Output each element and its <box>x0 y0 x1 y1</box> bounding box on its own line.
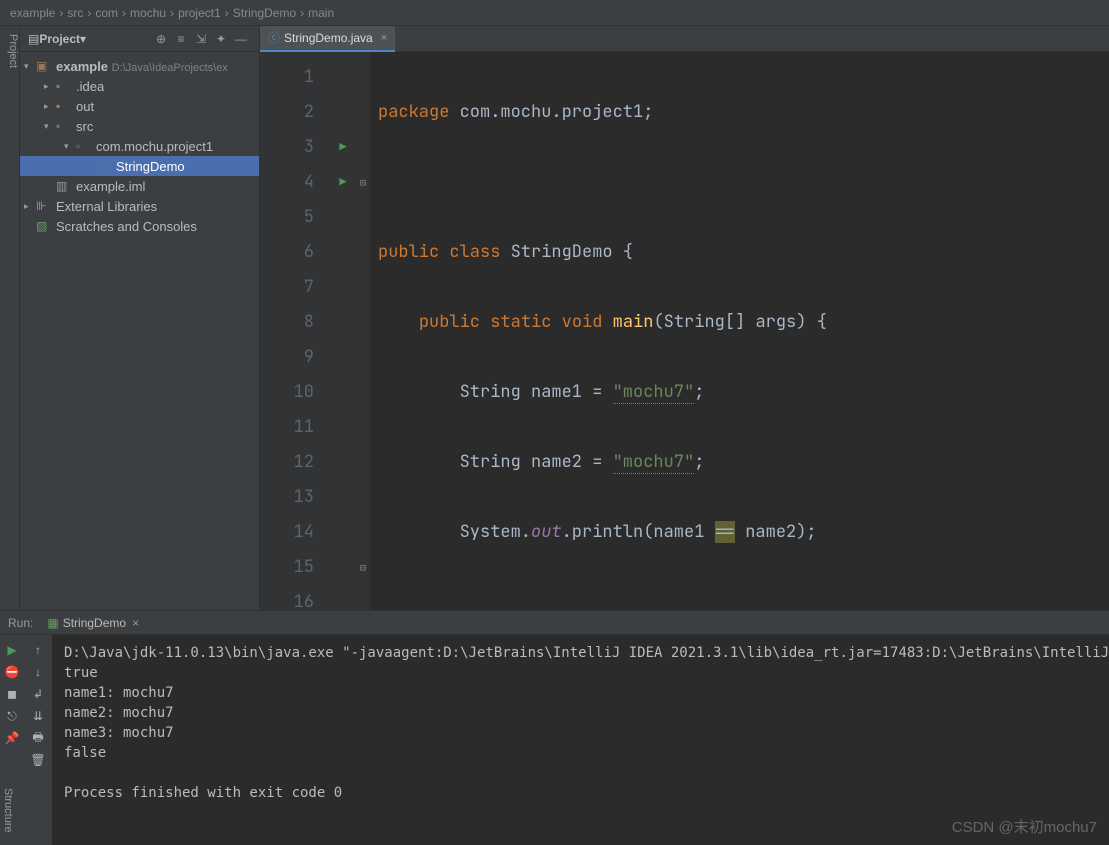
tree-file-stringdemo[interactable]: ⓒStringDemo <box>20 156 259 176</box>
project-tool-tab[interactable]: Project <box>0 26 20 610</box>
breadcrumb[interactable]: example› src› com› mochu› project1› Stri… <box>0 0 1109 26</box>
expand-icon[interactable]: ≡ <box>173 31 189 47</box>
tree-out[interactable]: ▸▪out <box>20 96 259 116</box>
stop-button[interactable]: ⛔ <box>2 661 22 683</box>
fold-icon[interactable]: ⊟ <box>356 165 370 200</box>
java-class-icon: ⓒ <box>268 29 280 46</box>
editor-tab-stringdemo[interactable]: ⓒ StringDemo.java × <box>260 26 395 52</box>
line-number-gutter: 1 2 3 4 5 6 7 8 9 10 11 12 13 14 15 16 <box>260 52 330 610</box>
run-gutter: ▶ ▶ <box>330 52 356 610</box>
fold-end-icon[interactable]: ⊟ <box>356 550 370 585</box>
project-scope-dropdown[interactable]: ▾ <box>80 32 86 46</box>
run-class-icon[interactable]: ▶ <box>330 130 356 165</box>
settings-icon[interactable]: ✦ <box>213 31 229 47</box>
watermark: CSDN @末初mochu7 <box>952 816 1097 837</box>
run-panel: Run: ▦ StringDemo × ▶ ⛔ ◼ ⎋ 📌 ↑ ↓ ↲ ⇊ 🖶 … <box>0 610 1109 845</box>
close-run-tab-icon[interactable]: × <box>132 616 139 630</box>
tree-iml[interactable]: ▥example.iml <box>20 176 259 196</box>
run-main-icon[interactable]: ▶ <box>330 165 356 200</box>
run-config-icon: ▦ <box>47 616 58 630</box>
close-tab-icon[interactable]: × <box>381 32 387 44</box>
tree-libraries[interactable]: ▸⊪External Libraries <box>20 196 259 216</box>
console-output[interactable]: D:\Java\jdk-11.0.13\bin\java.exe "-javaa… <box>52 635 1109 845</box>
editor-area: ⓒ StringDemo.java × 1 2 3 4 5 6 7 8 9 10… <box>260 26 1109 610</box>
tree-root[interactable]: ▾▣ example D:\Java\IdeaProjects\ex <box>20 56 259 76</box>
tree-idea[interactable]: ▸▪.idea <box>20 76 259 96</box>
code-editor[interactable]: 1 2 3 4 5 6 7 8 9 10 11 12 13 14 15 16 ▶ <box>260 52 1109 610</box>
run-toolbar-secondary: ↑ ↓ ↲ ⇊ 🖶 🗑 <box>24 635 52 845</box>
project-panel-title[interactable]: Project <box>39 32 80 46</box>
tree-src[interactable]: ▾▪src <box>20 116 259 136</box>
run-tab[interactable]: ▦ StringDemo × <box>41 616 145 630</box>
run-label: Run: <box>8 616 33 630</box>
up-button[interactable]: ↑ <box>26 639 50 661</box>
tree-package[interactable]: ▾▫com.mochu.project1 <box>20 136 259 156</box>
pin-button[interactable]: 📌 <box>2 727 22 749</box>
down-button[interactable]: ↓ <box>26 661 50 683</box>
rerun-button[interactable]: ▶ <box>2 639 22 661</box>
project-panel: ▤ Project ▾ ⊕ ≡ ⇲ ✦ — ▾▣ example D:\Java… <box>20 26 260 610</box>
editor-tab-label: StringDemo.java <box>284 31 373 45</box>
hide-icon[interactable]: — <box>233 31 249 47</box>
fold-gutter: ⊟ ⊟ <box>356 52 370 610</box>
dump-button[interactable]: ⎋ <box>2 705 22 727</box>
run-tab-label: StringDemo <box>63 616 126 630</box>
exit-button[interactable]: ◼ <box>2 683 22 705</box>
run-panel-header: Run: ▦ StringDemo × <box>0 611 1109 635</box>
print-button[interactable]: 🖶 <box>26 727 50 749</box>
project-panel-header: ▤ Project ▾ ⊕ ≡ ⇲ ✦ — <box>20 26 259 52</box>
project-scope-icon: ▤ <box>28 32 39 46</box>
wrap-button[interactable]: ↲ <box>26 683 50 705</box>
project-tree: ▾▣ example D:\Java\IdeaProjects\ex ▸▪.id… <box>20 52 259 240</box>
editor-tab-bar: ⓒ StringDemo.java × <box>260 26 1109 52</box>
collapse-icon[interactable]: ⇲ <box>193 31 209 47</box>
locate-icon[interactable]: ⊕ <box>153 31 169 47</box>
clear-button[interactable]: 🗑 <box>26 749 50 771</box>
scroll-button[interactable]: ⇊ <box>26 705 50 727</box>
tree-scratches[interactable]: ▧Scratches and Consoles <box>20 216 259 236</box>
structure-tool-tab[interactable]: Structure <box>0 780 16 841</box>
code-content[interactable]: package com.mochu.project1; public class… <box>370 52 1109 610</box>
